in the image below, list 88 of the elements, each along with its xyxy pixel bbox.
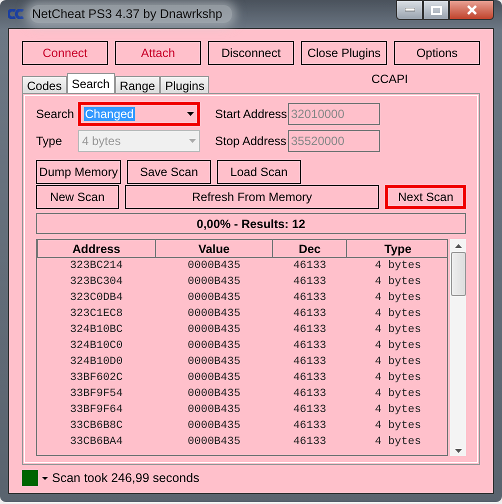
table-cell-text: 4 bytes [374, 355, 422, 370]
app-logo-icon [8, 9, 24, 19]
start-address-label: Start Address [215, 107, 288, 121]
table-cell-text: 0000B435 [186, 323, 242, 338]
table-cell-text: 33BF602C [68, 371, 124, 386]
action-button[interactable]: Load Scan [217, 160, 301, 184]
tab[interactable]: Range [114, 76, 160, 93]
table-cell-text: 33BF9F64 [68, 403, 124, 418]
table-cell-text: 46133 [292, 371, 328, 386]
table-cell-text: 46133 [292, 419, 328, 434]
action-button[interactable]: Dump Memory [36, 160, 121, 184]
stop-address-label: Stop Address [215, 134, 288, 148]
table-cell-text: 4 bytes [374, 387, 422, 402]
table-cell-text: 33CB6B8C [68, 419, 124, 434]
table-cell-text: 46133 [292, 403, 328, 418]
table-cell-text: 323C0DB4 [68, 291, 124, 306]
table-cell-text: 324B10C0 [68, 339, 124, 354]
action-button[interactable]: Save Scan [127, 160, 211, 184]
table-cell-text: 0000B435 [186, 371, 242, 386]
api-label: CCAPI [371, 72, 408, 86]
tab[interactable]: Plugins [160, 76, 210, 93]
table-cell: 46133 [272, 258, 346, 274]
table-cell-text: 0000B435 [186, 307, 242, 322]
minimize-button[interactable] [396, 0, 423, 20]
table-cell-text: 0000B435 [186, 387, 242, 402]
table-cell-text: 0000B435 [186, 339, 242, 354]
close-button[interactable] [449, 0, 494, 20]
table-cell-text: 46133 [292, 339, 328, 354]
table-cell-text: 4 bytes [374, 403, 422, 418]
toolbar-button[interactable]: Close Plugins [301, 41, 387, 65]
type-label: Type [36, 134, 64, 148]
close-icon [466, 5, 478, 15]
column-header[interactable]: Address [38, 240, 156, 258]
window-title: NetCheat PS3 4.37 by Dnawrkshp [30, 5, 232, 23]
minimize-icon [404, 8, 414, 12]
table-cell-text: 4 bytes [374, 307, 422, 322]
table-cell-text: 323BC304 [68, 275, 124, 290]
table-cell-text: 0000B435 [186, 419, 242, 434]
table-cell-text: 46133 [292, 323, 328, 338]
table-cell-text: 46133 [292, 291, 328, 306]
tab[interactable]: Search [66, 73, 115, 93]
scroll-down-icon[interactable] [454, 449, 462, 453]
table-cell-text: 4 bytes [374, 291, 422, 306]
table-cell-text: 4 bytes [374, 419, 422, 434]
search-label: Search [36, 107, 76, 121]
table-cell-text: 0000B435 [186, 355, 242, 370]
table-cell-text: 324B10D0 [68, 355, 124, 370]
toolbar-button[interactable]: Connect [22, 41, 108, 65]
table-cell-text: 323C1EC8 [68, 307, 124, 322]
column-header[interactable]: Value [155, 240, 273, 258]
toolbar-button[interactable]: Disconnect [208, 41, 294, 65]
action-button[interactable]: Refresh From Memory [124, 185, 380, 209]
dropdown-arrow-icon[interactable] [42, 476, 48, 480]
toolbar-button[interactable]: Attach [115, 41, 201, 65]
column-header[interactable]: Dec [272, 240, 346, 258]
table-cell-text: 4 bytes [374, 275, 422, 290]
dropdown-arrow-icon [187, 112, 194, 116]
scrollbar-thumb[interactable] [450, 252, 466, 296]
table-cell-text: 4 bytes [374, 435, 422, 450]
table-cell-text: 0000B435 [186, 275, 242, 290]
table-cell-text: 33CB6BA4 [68, 435, 124, 450]
table-cell-text: 46133 [292, 275, 328, 290]
table-cell: 4 bytes [346, 258, 448, 274]
table-cell-text: 46133 [292, 435, 328, 450]
table-cell: 0000B435 [155, 258, 273, 274]
table-cell-text: 0000B435 [186, 403, 242, 418]
table-cell: 323BC214 [38, 258, 156, 274]
table-cell-text: 46133 [292, 355, 328, 370]
results-label: 0,00% - Results: 12 [36, 213, 466, 234]
table-cell-text: 0000B435 [186, 435, 242, 450]
table-cell-text: 4 bytes [374, 371, 422, 386]
scrollbar[interactable] [450, 239, 466, 456]
maximize-icon [430, 6, 442, 14]
table-cell-text: 46133 [292, 307, 328, 322]
tab[interactable]: Codes [22, 76, 67, 93]
action-button[interactable]: Next Scan [385, 185, 466, 209]
table-cell-text: 33BF9F54 [68, 387, 124, 402]
table-cell-text: 4 bytes [374, 339, 422, 354]
table-cell-text: 4 bytes [374, 323, 422, 338]
scroll-up-icon[interactable] [454, 244, 462, 248]
toolbar-button[interactable]: Options [394, 41, 480, 65]
maximize-button[interactable] [423, 0, 449, 20]
table-cell-text: 324B10BC [68, 323, 124, 338]
table-cell-text: 46133 [292, 387, 328, 402]
action-button[interactable]: New Scan [36, 185, 119, 209]
table-cell-text: 0000B435 [186, 291, 242, 306]
status-text: Scan took 246,99 seconds [52, 471, 200, 485]
dropdown-arrow-icon [189, 139, 196, 143]
